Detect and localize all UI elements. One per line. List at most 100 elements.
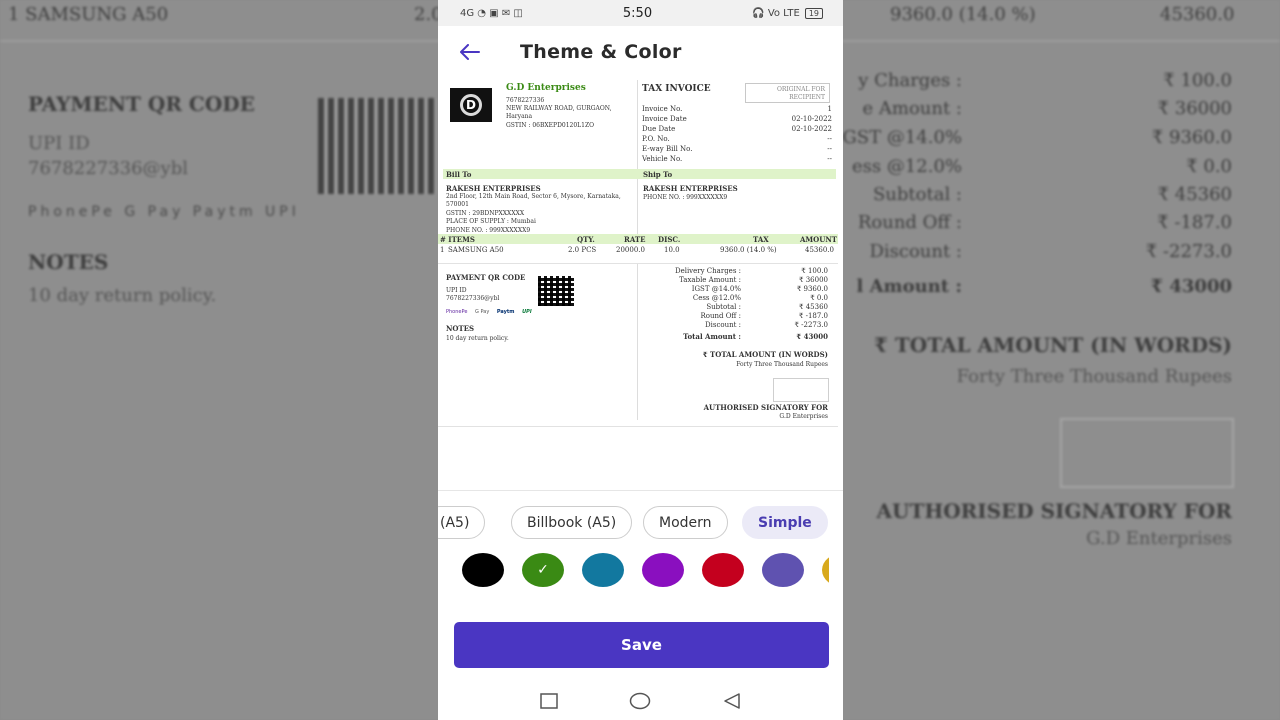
bg-summary-value: ₹ -187.0	[1157, 212, 1232, 233]
summary-label: Subtotal :	[706, 303, 741, 311]
square-icon	[540, 693, 558, 709]
bg-summary-label: l Amount :	[856, 276, 962, 297]
summary-label: Cess @12.0%	[692, 294, 741, 302]
meta-value: 02-10-2022	[791, 115, 832, 123]
bg-summary-value: ₹ 36000	[1157, 98, 1232, 119]
summary-value: ₹ 36000	[799, 276, 828, 284]
bg-top-item: 1 SAMSUNG A50	[8, 4, 169, 25]
theme-chip-billbook-a5[interactable]: Billbook (A5)	[511, 506, 633, 539]
bg-summary-label: GST @14.0%	[842, 127, 962, 148]
theme-chip-modern[interactable]: Modern	[643, 506, 728, 539]
ship-to-label: Ship To	[643, 170, 673, 179]
bg-top-tax: 9360.0 (14.0 %)	[890, 4, 1036, 25]
bg-notes-title: NOTES	[28, 250, 109, 274]
bg-qr-code	[318, 98, 436, 194]
home-button[interactable]	[625, 686, 655, 716]
notes-title: NOTES	[446, 324, 475, 333]
bill-to-gstin: GSTIN : 29BDNPXXXXXX	[446, 210, 525, 217]
bg-summary-label: Subtotal :	[872, 184, 962, 205]
bg-summary-value: ₹ 43000	[1150, 276, 1232, 297]
bill-to-label: Bill To	[446, 170, 472, 179]
color-swatch-purple[interactable]	[642, 553, 684, 587]
bg-summary-label: y Charges :	[858, 70, 962, 91]
meta-label: Due Date	[642, 125, 676, 133]
total-words-value: Forty Three Thousand Rupees	[736, 361, 828, 368]
col-items: # ITEMS	[440, 235, 475, 244]
back-nav-button[interactable]	[717, 686, 747, 716]
col-tax: TAX	[753, 235, 769, 244]
qr-code	[538, 276, 574, 306]
battery-icon: 19	[804, 7, 823, 19]
bg-summary-value: ₹ 9360.0	[1151, 127, 1232, 148]
bg-company: G.D Enterprises	[1086, 528, 1232, 549]
summary-value: ₹ -2273.0	[794, 321, 828, 329]
page-title: Theme & Color	[520, 41, 682, 63]
company-phone: 7678227336	[506, 97, 545, 104]
bg-summary-value: ₹ 0.0	[1186, 156, 1232, 177]
gpay-icon: G Pay	[475, 309, 490, 315]
color-swatch-black[interactable]	[462, 553, 504, 587]
items-bottom-line	[438, 263, 838, 264]
meta-label: E-way Bill No.	[642, 145, 693, 153]
color-swatch-red[interactable]	[702, 553, 744, 587]
status-bar: 4G ◔ ▣ ✉ ◫ 5:50 🎧 Vo LTE 19	[438, 0, 843, 26]
signature-box	[773, 378, 829, 402]
phone-screen: 4G ◔ ▣ ✉ ◫ 5:50 🎧 Vo LTE 19 Theme & Colo…	[438, 0, 843, 720]
summary-value: ₹ 100.0	[801, 267, 828, 275]
bg-upi-label: UPI ID	[28, 133, 90, 154]
bg-summary-value: ₹ 45360	[1157, 184, 1232, 205]
ship-to-phone: PHONE NO. : 999XXXXXX9	[643, 194, 728, 201]
save-button[interactable]: Save	[454, 622, 829, 668]
app-bar: Theme & Color	[438, 26, 843, 78]
theme-chip-label: Billbook (A5)	[527, 514, 617, 531]
recents-button[interactable]	[534, 686, 564, 716]
invoice-title: TAX INVOICE	[642, 84, 711, 94]
status-left-icons: 4G ◔ ▣ ✉ ◫	[460, 7, 523, 19]
check-icon: ✓	[537, 562, 549, 578]
meta-value: --	[827, 145, 832, 153]
back-button[interactable]	[458, 40, 482, 64]
summary-value: ₹ 9360.0	[796, 285, 828, 293]
color-swatch-gold[interactable]	[822, 553, 829, 587]
summary-label: Taxable Amount :	[679, 276, 741, 284]
summary-value: ₹ 45360	[799, 303, 828, 311]
original-for-text: ORIGINAL FOR	[776, 86, 825, 93]
summary-label: Discount :	[705, 321, 741, 329]
upi-value: 7678227336@ybl	[446, 295, 500, 302]
row-number: 1	[440, 246, 445, 254]
arrow-left-icon	[460, 44, 480, 60]
meta-label: Invoice No.	[642, 105, 683, 113]
row-disc: 10.0	[664, 246, 680, 254]
color-swatch-teal[interactable]	[582, 553, 624, 587]
bg-notes-text: 10 day return policy.	[28, 285, 217, 306]
bill-to-address-2: 570001	[446, 201, 469, 208]
row-qty: 2.0 PCS	[568, 246, 597, 254]
summary-label: Delivery Charges :	[674, 267, 741, 275]
logo-mark: D	[460, 94, 482, 116]
theme-chip-simple[interactable]: Simple	[742, 506, 828, 539]
battery-level: 19	[808, 8, 819, 18]
meta-value: 02-10-2022	[791, 125, 832, 133]
circle-icon	[630, 692, 651, 710]
status-right-icons: 🎧 Vo LTE 19	[752, 7, 823, 19]
summary-label: Round Off :	[700, 312, 741, 320]
bg-top-amount: 45360.0	[1160, 4, 1235, 25]
invoice-preview: D G.D Enterprises 7678227336 NEW RAILWAY…	[438, 78, 843, 428]
total-amount-value: ₹ 43000	[796, 332, 828, 341]
color-swatch-indigo[interactable]	[762, 553, 804, 587]
bg-signature-box	[1060, 418, 1234, 488]
theme-chip-a5[interactable]: (A5)	[438, 506, 486, 539]
summary-label: IGST @14.0%	[691, 285, 741, 293]
phonepe-icon: PhonePe	[446, 309, 468, 315]
color-swatch-green[interactable]: ✓	[522, 553, 564, 587]
original-for-recipient: ORIGINAL FOR RECIPIENT	[745, 83, 830, 103]
col-disc: DISC.	[658, 235, 681, 244]
bill-to-place-of-supply: PLACE OF SUPPLY : Mumbai	[446, 218, 536, 225]
triangle-back-icon	[724, 693, 740, 709]
bottom-divider	[637, 264, 638, 420]
bg-signatory: AUTHORISED SIGNATORY FOR	[876, 499, 1232, 523]
signatory-label: AUTHORISED SIGNATORY FOR	[703, 403, 828, 412]
controls-divider	[438, 490, 843, 491]
meta-value: --	[827, 155, 832, 163]
meta-value: --	[827, 135, 832, 143]
